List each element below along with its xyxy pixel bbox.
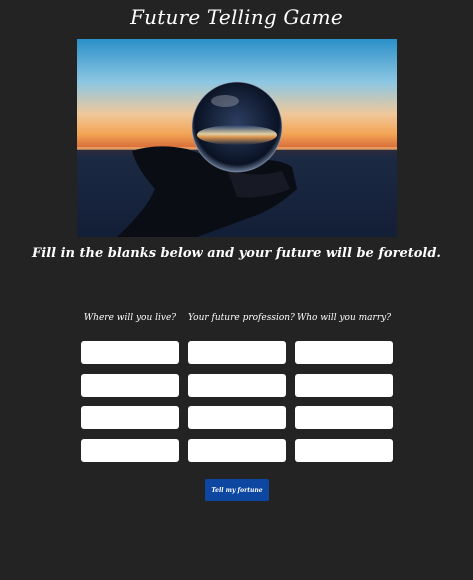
page-title: Future Telling Game <box>130 5 343 29</box>
instructions-text: Fill in the blanks below and your future… <box>32 246 441 261</box>
marry-input-3[interactable] <box>295 406 393 429</box>
crystal-ball-image <box>77 39 397 237</box>
live-input-3[interactable] <box>81 406 179 429</box>
profession-input-3[interactable] <box>188 406 286 429</box>
marry-input-2[interactable] <box>295 374 393 397</box>
marry-input-1[interactable] <box>295 341 393 364</box>
page: Future Telling Game Fill in the blanks b… <box>0 0 473 580</box>
column-label-profession: Your future profession? <box>188 313 295 323</box>
tell-fortune-button[interactable]: Tell my fortune <box>205 479 269 501</box>
live-input-1[interactable] <box>81 341 179 364</box>
marry-input-4[interactable] <box>295 439 393 462</box>
column-label-live: Where will you live? <box>83 313 177 323</box>
profession-input-4[interactable] <box>188 439 286 462</box>
live-input-4[interactable] <box>81 439 179 462</box>
profession-input-2[interactable] <box>188 374 286 397</box>
hero-image <box>77 39 397 237</box>
column-label-marry: Who will you marry? <box>296 313 392 323</box>
profession-input-1[interactable] <box>188 341 286 364</box>
live-input-2[interactable] <box>81 374 179 397</box>
